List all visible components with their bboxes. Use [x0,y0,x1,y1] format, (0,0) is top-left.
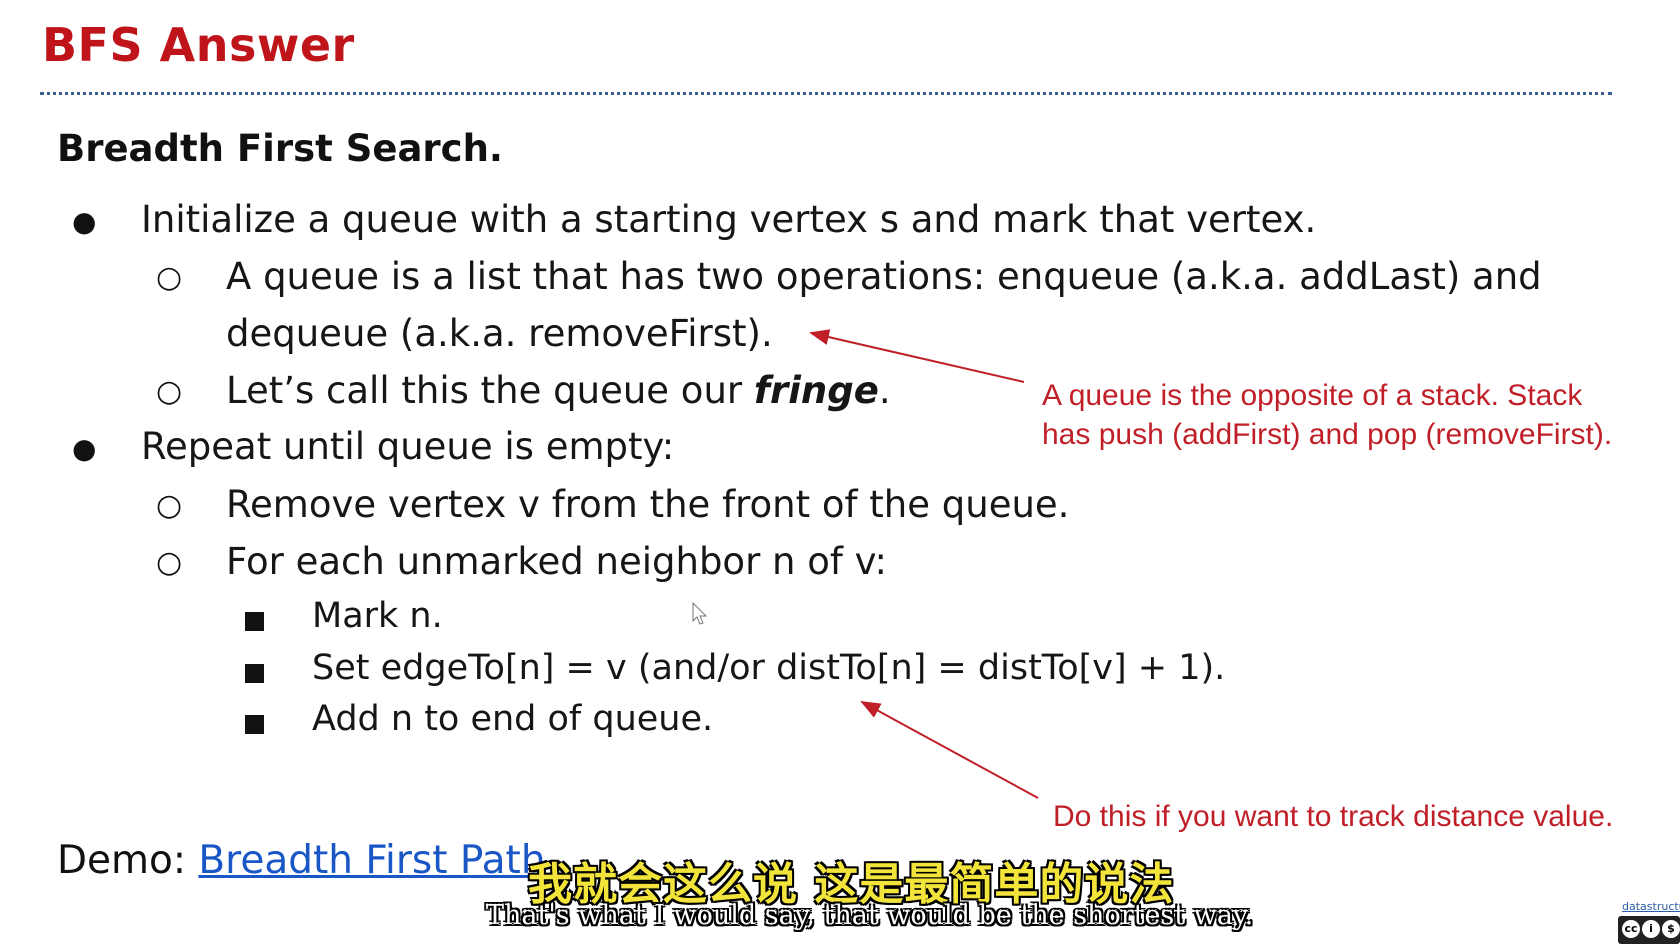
license-badge: datastructur cc i $ [1618,900,1680,946]
cc-badge-icon: cc i $ [1618,916,1680,944]
demo-label: Demo: [57,838,199,883]
demo-link[interactable]: Breadth First Path [198,838,545,883]
annotation-arrows [809,329,1039,799]
license-site: datastructur [1622,900,1680,913]
demo-line: Demo: Breadth First Path [57,838,546,883]
arrow-to-dequeue [809,329,1025,383]
subtitle-english: That's what I would say, that would be t… [486,900,1254,931]
mouse-cursor-icon [692,602,708,625]
arrow-to-distto [860,701,1039,799]
